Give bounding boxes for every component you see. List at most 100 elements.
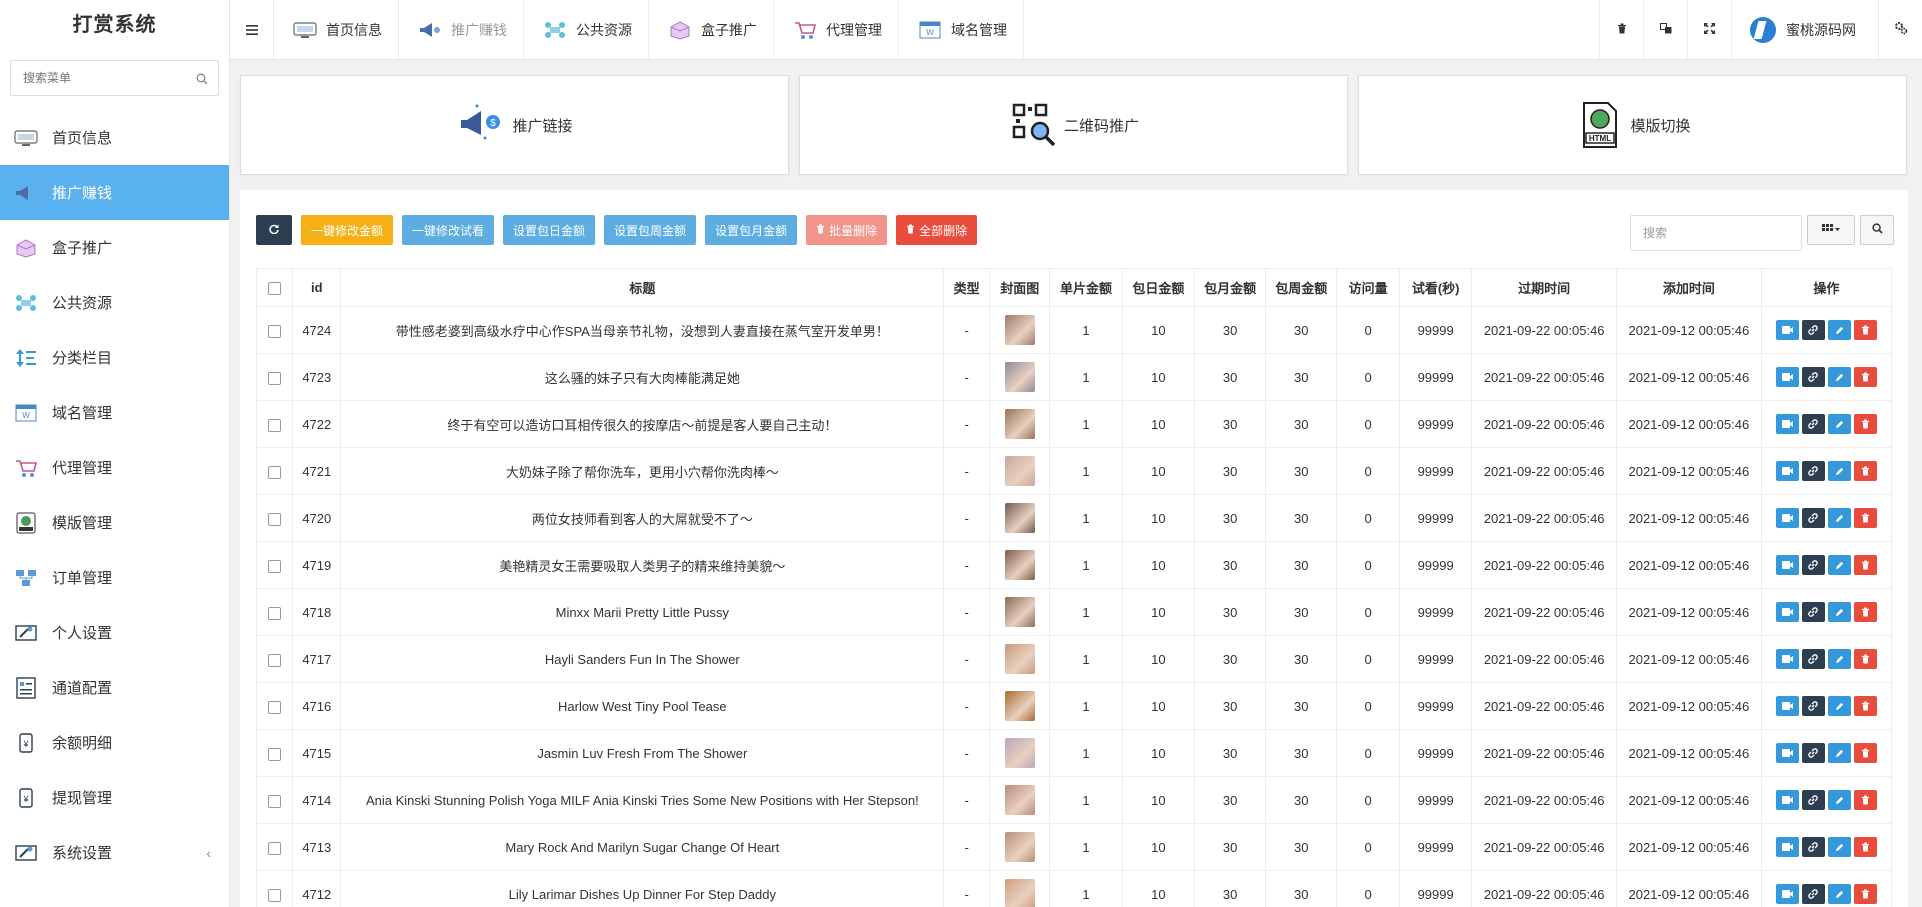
select-all-checkbox[interactable] [268,282,282,296]
sidebar-item[interactable]: 代理管理 [0,440,229,495]
copy-link-button[interactable] [1801,320,1825,340]
cover-thumbnail[interactable] [1004,597,1035,627]
edit-button[interactable] [1827,320,1851,340]
row-checkbox[interactable] [268,418,282,432]
preview-button[interactable] [1775,837,1799,857]
edit-button[interactable] [1827,743,1851,763]
promo-card[interactable]: $ 推广链接 [240,75,789,175]
copy-link-button[interactable] [1801,367,1825,387]
preview-button[interactable] [1775,414,1799,434]
preview-button[interactable] [1775,696,1799,716]
copy-link-button[interactable] [1801,508,1825,528]
top-tab[interactable]: 盒子推广 [649,0,774,59]
top-tab[interactable]: 公共资源 [524,0,649,59]
sidebar-item[interactable]: 订单管理 [0,550,229,605]
row-checkbox[interactable] [268,606,282,620]
translate-button[interactable] [1643,0,1687,59]
copy-link-button[interactable] [1801,461,1825,481]
sidebar-item[interactable]: 个人设置 [0,605,229,660]
top-tab[interactable]: 代理管理 [774,0,899,59]
preview-button[interactable] [1775,508,1799,528]
delete-button[interactable] [1853,508,1877,528]
delete-button[interactable] [1853,367,1877,387]
sidebar-item[interactable]: W 域名管理 [0,385,229,440]
cover-thumbnail[interactable] [1004,644,1035,674]
edit-button[interactable] [1827,696,1851,716]
set-monthly-price-button[interactable]: 设置包月金额 [705,215,798,245]
cover-thumbnail[interactable] [1004,362,1035,392]
delete-all-button[interactable]: 全部删除 [896,215,978,245]
preview-button[interactable] [1775,555,1799,575]
sidebar-item[interactable]: ¥ 提现管理 [0,770,229,825]
copy-link-button[interactable] [1801,649,1825,669]
cover-thumbnail[interactable] [1004,738,1035,768]
row-checkbox[interactable] [268,794,282,808]
sidebar-item[interactable]: 盒子推广 [0,220,229,275]
delete-button[interactable] [1853,696,1877,716]
bulk-edit-price-button[interactable]: 一键修改金额 [301,215,394,245]
preview-button[interactable] [1775,649,1799,669]
preview-button[interactable] [1775,884,1799,904]
copy-link-button[interactable] [1801,837,1825,857]
advanced-search-button[interactable] [1860,215,1894,245]
settings-button[interactable] [1878,0,1922,59]
delete-button[interactable] [1853,602,1877,622]
edit-button[interactable] [1827,602,1851,622]
row-checkbox[interactable] [268,559,282,573]
sidebar-item[interactable]: 系统设置 ‹ [0,825,229,880]
copy-link-button[interactable] [1801,790,1825,810]
copy-link-button[interactable] [1801,696,1825,716]
cover-thumbnail[interactable] [1004,503,1035,533]
cover-thumbnail[interactable] [1004,785,1035,815]
preview-button[interactable] [1775,320,1799,340]
preview-button[interactable] [1775,461,1799,481]
cover-thumbnail[interactable] [1004,456,1035,486]
row-checkbox[interactable] [268,653,282,667]
sidebar-item[interactable]: 模版管理 [0,495,229,550]
user-menu[interactable]: 蜜桃源码网 [1731,0,1878,59]
fullscreen-button[interactable] [1687,0,1731,59]
clear-cache-button[interactable] [1599,0,1643,59]
promo-card[interactable]: 二维码推广 [799,75,1348,175]
preview-button[interactable] [1775,743,1799,763]
delete-button[interactable] [1853,414,1877,434]
edit-button[interactable] [1827,414,1851,434]
top-tab[interactable]: W 域名管理 [899,0,1024,59]
delete-button[interactable] [1853,837,1877,857]
copy-link-button[interactable] [1801,884,1825,904]
cover-thumbnail[interactable] [1004,691,1035,721]
columns-toggle-button[interactable] [1807,215,1855,245]
delete-button[interactable] [1853,743,1877,763]
search-icon[interactable] [196,72,208,90]
row-checkbox[interactable] [268,465,282,479]
bulk-edit-trial-button[interactable]: 一键修改试看 [402,215,495,245]
row-checkbox[interactable] [268,512,282,526]
preview-button[interactable] [1775,602,1799,622]
copy-link-button[interactable] [1801,743,1825,763]
cover-thumbnail[interactable] [1004,409,1035,439]
refresh-button[interactable] [256,215,292,245]
delete-button[interactable] [1853,320,1877,340]
promo-card[interactable]: HTML 模版切换 [1358,75,1907,175]
menu-search-input[interactable] [11,61,218,95]
preview-button[interactable] [1775,367,1799,387]
cover-thumbnail[interactable] [1004,832,1035,862]
copy-link-button[interactable] [1801,555,1825,575]
delete-button[interactable] [1853,884,1877,904]
row-checkbox[interactable] [268,371,282,385]
edit-button[interactable] [1827,461,1851,481]
top-tab[interactable]: 首页信息 [274,0,399,59]
preview-button[interactable] [1775,790,1799,810]
cover-thumbnail[interactable] [1004,550,1035,580]
delete-button[interactable] [1853,649,1877,669]
delete-button[interactable] [1853,555,1877,575]
cover-thumbnail[interactable] [1004,879,1035,907]
sidebar-item[interactable]: 通道配置 [0,660,229,715]
row-checkbox[interactable] [268,324,282,338]
row-checkbox[interactable] [268,888,282,902]
sidebar-item[interactable]: 推广赚钱 [0,165,229,220]
edit-button[interactable] [1827,508,1851,528]
copy-link-button[interactable] [1801,602,1825,622]
table-search-input[interactable]: 搜索 [1630,215,1802,251]
row-checkbox[interactable] [268,747,282,761]
